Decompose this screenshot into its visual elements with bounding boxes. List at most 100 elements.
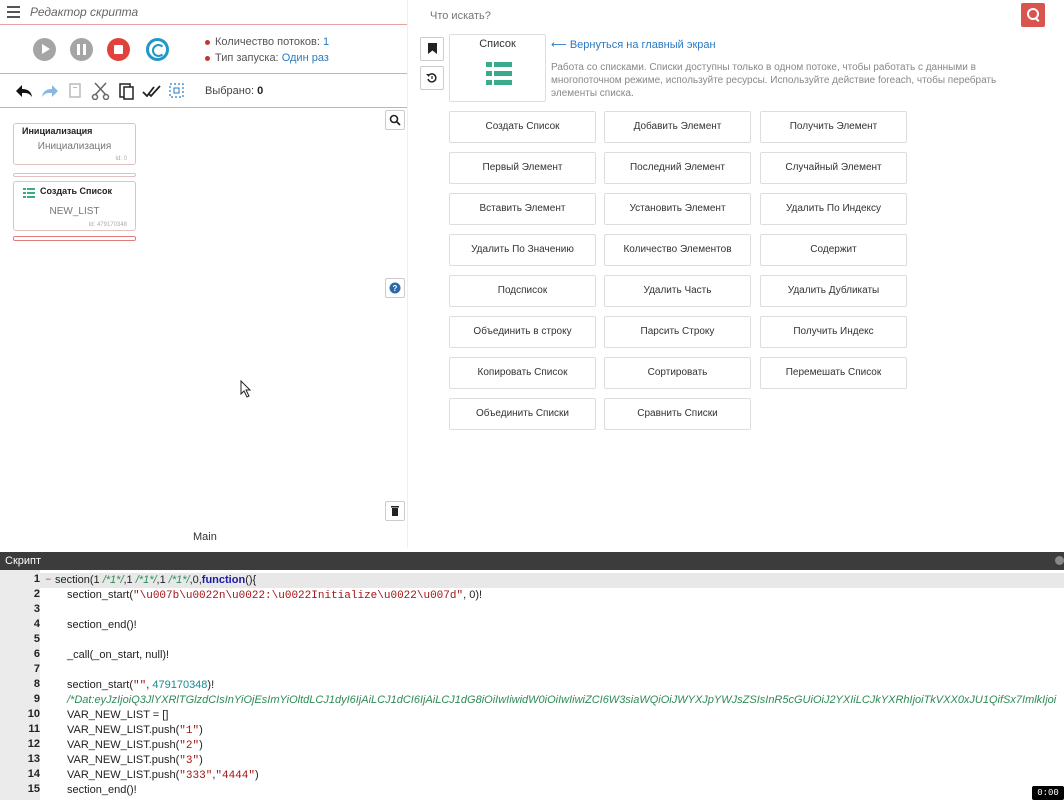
code-line[interactable]: /*Dat:eyJzIjoiQ3JlYXRlTGlzdCIsInYiOjEsIm…	[67, 693, 1056, 708]
code-line[interactable]: section_end()!	[67, 783, 137, 798]
panel-divider	[407, 0, 408, 548]
action-button[interactable]: Случайный Элемент	[760, 152, 907, 184]
line-number: 10	[27, 708, 40, 720]
action-button[interactable]: Вставить Элемент	[449, 193, 596, 225]
action-button[interactable]: Перемешать Список	[760, 357, 907, 389]
code-line[interactable]: VAR_NEW_LIST.push("1")	[67, 723, 203, 738]
action-button[interactable]: Создать Список	[449, 111, 596, 143]
code-line[interactable]: VAR_NEW_LIST.push("2")	[67, 738, 203, 753]
selected-label: Выбрано:	[205, 85, 255, 97]
selected-value: 0	[257, 85, 264, 97]
block-connector	[13, 173, 136, 177]
undo-icon[interactable]	[14, 82, 34, 100]
back-arrow-icon: ⟵	[551, 39, 567, 51]
restart-button[interactable]	[146, 38, 169, 61]
line-number: 1	[33, 573, 40, 585]
line-number: 13	[27, 753, 40, 765]
action-button[interactable]: Парсить Строку	[604, 316, 751, 348]
divider	[0, 73, 407, 74]
threads-value[interactable]: 1	[323, 36, 329, 48]
block-init[interactable]: Инициализация Инициализация Id: 0	[13, 123, 136, 165]
action-button[interactable]: Объединить Списки	[449, 398, 596, 430]
search-input[interactable]	[420, 4, 1020, 28]
trash-button[interactable]	[385, 501, 405, 521]
code-editor[interactable]: 1 section(1 /*1*/,1 /*1*/,1 /*1*/,0,funct…	[0, 570, 1064, 800]
script-panel-title: Скрипт	[0, 552, 1064, 570]
block-body: NEW_LIST	[49, 206, 100, 217]
line-number: 3	[33, 603, 40, 615]
code-line[interactable]: section_start("", 479170348)!	[67, 678, 214, 693]
launch-value[interactable]: Один раз	[282, 52, 329, 64]
action-button[interactable]: Подсписок	[449, 275, 596, 307]
action-button[interactable]: Сортировать	[604, 357, 751, 389]
check-all-icon[interactable]	[142, 82, 162, 100]
line-number: 7	[33, 663, 40, 675]
paste-icon[interactable]	[117, 82, 137, 100]
block-body: Инициализация	[37, 141, 112, 152]
action-button[interactable]: Получить Элемент	[760, 111, 907, 143]
action-button[interactable]: Добавить Элемент	[604, 111, 751, 143]
fold-marker-icon[interactable]: –	[45, 573, 52, 588]
action-button[interactable]: Первый Элемент	[449, 152, 596, 184]
back-link-label: Вернуться на главный экран	[569, 39, 716, 51]
action-button[interactable]: Содержит	[760, 234, 907, 266]
selected-count: Выбрано: 0	[205, 85, 263, 97]
editor-title: Редактор скрипта	[30, 5, 139, 19]
play-button[interactable]	[33, 38, 56, 61]
stop-button[interactable]	[107, 38, 130, 61]
search-button[interactable]	[1021, 3, 1045, 27]
close-icon[interactable]	[1055, 556, 1064, 565]
cut-icon[interactable]	[91, 82, 111, 101]
block-connector	[13, 236, 136, 241]
line-number: 8	[33, 678, 40, 690]
action-button[interactable]: Копировать Список	[449, 357, 596, 389]
line-number: 11	[28, 723, 40, 735]
line-number: 15	[27, 783, 40, 795]
pause-button[interactable]	[70, 38, 93, 61]
tab-main[interactable]: Main	[193, 531, 217, 543]
action-button[interactable]: Установить Элемент	[604, 193, 751, 225]
menu-icon[interactable]	[7, 6, 20, 18]
bookmark-button[interactable]	[420, 37, 444, 61]
history-button[interactable]	[420, 66, 444, 90]
action-button[interactable]: Удалить Дубликаты	[760, 275, 907, 307]
launch-info: Тип запуска: Один раз	[205, 52, 329, 64]
block-title: Инициализация	[22, 126, 93, 136]
block-id: Id: 0	[115, 156, 127, 162]
svg-text:?: ?	[393, 284, 398, 293]
code-line[interactable]: section_start("\u007b\u0022n\u0022:\u002…	[67, 588, 482, 603]
zoom-search-button[interactable]	[385, 110, 405, 130]
line-number: 5	[33, 633, 40, 645]
action-button[interactable]: Количество Элементов	[604, 234, 751, 266]
code-line[interactable]: _call(_on_start, null)!	[67, 648, 169, 663]
line-number: 6	[33, 648, 40, 660]
back-link[interactable]: ⟵ Вернуться на главный экран	[551, 38, 716, 51]
threads-info: Количество потоков: 1	[205, 36, 329, 48]
action-button[interactable]: Сравнить Списки	[604, 398, 751, 430]
list-icon	[23, 187, 35, 201]
line-number: 4	[33, 618, 40, 630]
category-card-list[interactable]: Список	[449, 34, 546, 102]
action-button[interactable]: Удалить Часть	[604, 275, 751, 307]
action-button[interactable]: Последний Элемент	[604, 152, 751, 184]
block-create-list[interactable]: Создать Список NEW_LIST Id: 479170348	[13, 181, 136, 231]
code-line[interactable]: section_end()!	[67, 618, 137, 633]
help-button[interactable]: ?	[385, 278, 405, 298]
code-line[interactable]: VAR_NEW_LIST.push("333","4444")	[67, 768, 259, 783]
code-line[interactable]: section(1 /*1*/,1 /*1*/,1 /*1*/,0,functi…	[55, 573, 256, 588]
line-number: 14	[27, 768, 40, 780]
redo-icon[interactable]	[40, 82, 60, 100]
copy-icon[interactable]	[66, 82, 86, 100]
category-card-title: Список	[479, 38, 516, 50]
threads-label: Количество потоков:	[215, 36, 320, 48]
select-icon[interactable]	[167, 82, 187, 100]
launch-label: Тип запуска:	[215, 52, 279, 64]
code-line[interactable]: VAR_NEW_LIST = []	[67, 708, 168, 723]
code-line[interactable]: VAR_NEW_LIST.push("3")	[67, 753, 203, 768]
bullet-icon	[205, 39, 210, 45]
action-button[interactable]: Объединить в строку	[449, 316, 596, 348]
category-description: Работа со списками. Списки доступны толь…	[551, 62, 997, 99]
action-button[interactable]: Получить Индекс	[760, 316, 907, 348]
action-button[interactable]: Удалить По Индексу	[760, 193, 907, 225]
action-button[interactable]: Удалить По Значению	[449, 234, 596, 266]
